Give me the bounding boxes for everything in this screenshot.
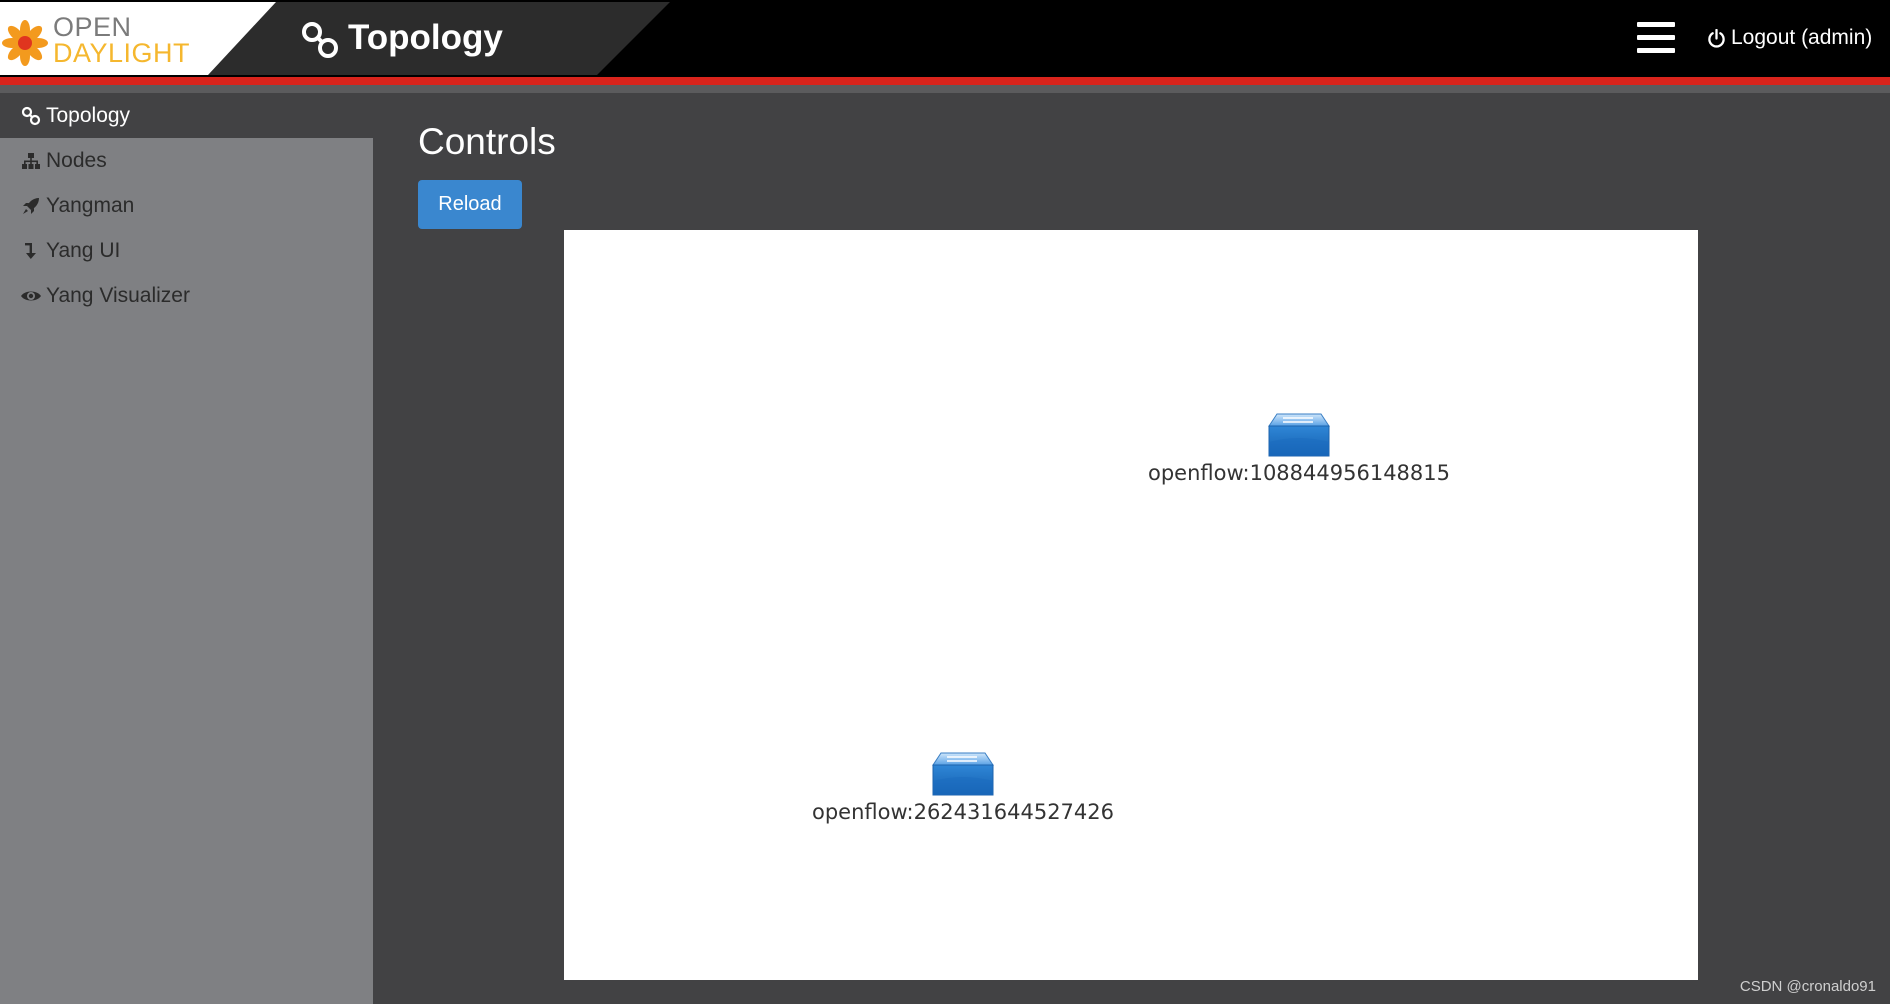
sidebar-item-label: Yangman <box>46 193 135 217</box>
logo-flower-icon <box>2 20 48 66</box>
header-divider <box>0 85 1890 93</box>
topology-icon <box>20 105 42 127</box>
sidebar-item-yang-visualizer[interactable]: Yang Visualizer <box>0 273 373 318</box>
sidebar-item-label: Yang UI <box>46 238 121 262</box>
topology-node[interactable]: openflow:108844956148815 <box>1144 412 1454 485</box>
watermark: CSDN @cronaldo91 <box>1739 978 1876 995</box>
switch-icon <box>932 752 994 796</box>
topology-node[interactable]: openflow:262431644527426 <box>808 751 1118 824</box>
logo-text: OPEN DAYLIGHT <box>53 12 191 68</box>
hamburger-icon <box>1637 22 1675 27</box>
sidebar-item-label: Topology <box>46 103 131 127</box>
sidebar-item-label: Yang Visualizer <box>46 283 190 307</box>
power-icon <box>1708 28 1725 47</box>
sidebar-item-yangman[interactable]: Yangman <box>0 183 373 228</box>
reload-button[interactable]: Reload <box>418 180 522 229</box>
node-label: openflow:108844956148815 <box>1148 461 1450 485</box>
sidebar-item-label: Nodes <box>46 148 107 172</box>
level-down-icon <box>20 240 42 262</box>
logout-button[interactable]: Logout (admin) <box>1707 26 1872 50</box>
topology-icon <box>302 22 338 58</box>
logo-text-open: OPEN <box>53 12 132 42</box>
sidebar-item-topology[interactable]: Topology <box>0 93 373 138</box>
sitemap-icon <box>20 150 42 172</box>
logo-text-daylight: DAYLIGHT <box>53 38 191 68</box>
header-accent-bar <box>0 77 1890 85</box>
sidebar-item-nodes[interactable]: Nodes <box>0 138 373 183</box>
page-title: Topology <box>348 18 503 57</box>
logout-label: Logout (admin) <box>1731 26 1873 49</box>
switch-icon <box>1268 413 1330 457</box>
controls-heading: Controls <box>418 121 556 162</box>
eye-icon <box>20 285 42 307</box>
top-header: OPEN DAYLIGHT Topology Logout (admin) <box>0 0 1890 77</box>
rocket-icon <box>20 195 42 217</box>
sidebar-item-yang-ui[interactable]: Yang UI <box>0 228 373 273</box>
sidebar: Topology Nodes Yangman Yang UI Yang Visu… <box>0 93 373 1004</box>
node-label: openflow:262431644527426 <box>812 800 1114 824</box>
menu-toggle-button[interactable] <box>1637 22 1675 54</box>
topology-canvas[interactable]: openflow:108844956148815 openflow:262431… <box>564 230 1698 980</box>
